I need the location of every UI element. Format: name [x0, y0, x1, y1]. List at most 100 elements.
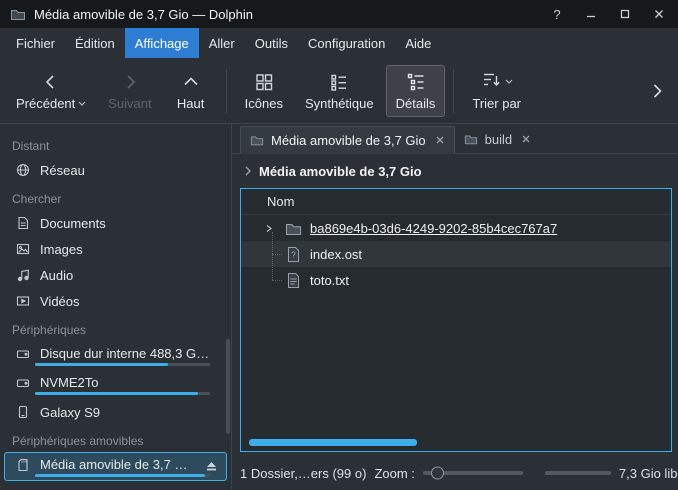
up-icon — [180, 71, 202, 93]
sidebar-item-images[interactable]: Images — [4, 236, 227, 262]
hdd-icon — [15, 346, 31, 362]
sidebar-item-audio[interactable]: Audio — [4, 262, 227, 288]
zoom-slider[interactable] — [423, 471, 523, 475]
forward-icon — [119, 71, 141, 93]
icons-view-button[interactable]: Icônes — [235, 65, 293, 117]
audio-icon — [15, 267, 31, 283]
tab-media-amovible[interactable]: Média amovible de 3,7 Gio — [240, 126, 455, 154]
free-space-bar — [545, 471, 611, 475]
phone-icon — [15, 404, 31, 420]
sort-icon — [480, 69, 502, 94]
svg-text:?: ? — [291, 250, 296, 259]
file-row-toto-txt[interactable]: toto.txt — [241, 267, 671, 293]
back-button[interactable]: Précédent — [6, 65, 96, 117]
app-icon — [10, 6, 26, 22]
document-icon — [15, 215, 31, 231]
sort-by-button[interactable]: Trier par — [462, 65, 531, 117]
toolbar-separator — [226, 69, 227, 113]
section-title-chercher: Chercher — [0, 183, 231, 210]
selection-summary: 1 Dossier,…ers (99 o) — [240, 466, 366, 481]
section-title-peripheriques: Périphériques — [0, 314, 231, 341]
breadcrumb-location[interactable]: Média amovible de 3,7 Gio — [259, 164, 422, 179]
sidebar-item-videos[interactable]: Vidéos — [4, 288, 227, 314]
menu-item-edition[interactable]: Édition — [65, 28, 125, 58]
menubar: Fichier Édition Affichage Aller Outils C… — [0, 28, 678, 58]
tab-close-icon[interactable] — [521, 134, 531, 144]
menu-item-fichier[interactable]: Fichier — [6, 28, 65, 58]
back-icon — [40, 71, 62, 93]
column-header-nom[interactable]: Nom — [241, 189, 671, 215]
main-view: Média amovible de 3,7 Gio build Média am… — [232, 124, 678, 490]
file-row-index-ost[interactable]: ? index.ost — [241, 241, 671, 267]
forward-button[interactable]: Suivant — [98, 65, 161, 117]
horizontal-scrollbar[interactable] — [249, 439, 417, 446]
video-icon — [15, 293, 31, 309]
folder-icon — [250, 133, 264, 147]
network-icon — [15, 162, 31, 178]
help-icon: ? — [553, 7, 560, 22]
toolbar-overflow-button[interactable] — [642, 76, 672, 106]
sidebar-item-media-amovible[interactable]: Média amovible de 3,7 … — [4, 452, 227, 481]
details-view-icon — [405, 71, 427, 93]
folder-icon — [464, 132, 478, 146]
compact-view-icon — [328, 71, 350, 93]
menu-item-affichage[interactable]: Affichage — [125, 28, 199, 58]
folder-icon — [285, 220, 302, 237]
menu-item-outils[interactable]: Outils — [245, 28, 298, 58]
status-bar: 1 Dossier,…ers (99 o) Zoom : 7,3 Gio lib… — [232, 456, 678, 490]
disk-usage-bar — [35, 363, 210, 366]
close-button[interactable] — [650, 5, 668, 23]
unknown-file-icon: ? — [285, 246, 302, 263]
sidebar-item-documents[interactable]: Documents — [4, 210, 227, 236]
file-row-folder[interactable]: ba869e4b-03d6-4249-9202-85b4cec767a7 — [241, 215, 671, 241]
tab-bar: Média amovible de 3,7 Gio build — [232, 124, 678, 154]
sidebar-item-reseau[interactable]: Réseau — [4, 157, 227, 183]
minimize-icon — [585, 8, 597, 20]
text-file-icon — [285, 272, 302, 289]
zoom-label: Zoom : — [374, 466, 414, 481]
sidebar-item-disque-dur-interne[interactable]: Disque dur interne 488,3 G… — [4, 341, 227, 370]
titlebar: Média amovible de 3,7 Gio — Dolphin ? — [0, 0, 678, 28]
chevron-down-icon — [78, 101, 86, 106]
breadcrumb[interactable]: Média amovible de 3,7 Gio — [232, 154, 678, 188]
places-panel: Distant Réseau Chercher Documents Images… — [0, 124, 232, 490]
viewport: Nom ba869e4b-03d6-4249-9202-85b4cec767a7 — [232, 188, 678, 456]
sidebar-scrollbar[interactable] — [226, 339, 230, 434]
maximize-button[interactable] — [616, 5, 634, 23]
section-title-peripheriques-amovibles: Périphériques amovibles — [0, 425, 231, 452]
hdd-icon — [15, 375, 31, 391]
compact-view-button[interactable]: Synthétique — [295, 65, 384, 117]
toolbar: Précédent Suivant Haut Icônes Synthétiqu… — [0, 58, 678, 124]
menu-item-aide[interactable]: Aide — [395, 28, 441, 58]
up-button[interactable]: Haut — [164, 65, 218, 117]
dolphin-window: Média amovible de 3,7 Gio — Dolphin ? Fi… — [0, 0, 678, 490]
menu-item-configuration[interactable]: Configuration — [298, 28, 395, 58]
menu-item-aller[interactable]: Aller — [199, 28, 245, 58]
chevron-down-icon — [505, 79, 513, 84]
file-view[interactable]: Nom ba869e4b-03d6-4249-9202-85b4cec767a7 — [240, 188, 672, 452]
overflow-chevron-icon — [646, 80, 668, 102]
window-title: Média amovible de 3,7 Gio — Dolphin — [34, 7, 253, 22]
close-icon — [653, 8, 665, 20]
tab-close-icon[interactable] — [435, 135, 445, 145]
disk-usage-bar — [35, 392, 210, 395]
file-rows: ba869e4b-03d6-4249-9202-85b4cec767a7 ? i… — [241, 215, 671, 451]
details-view-button[interactable]: Détails — [386, 65, 446, 117]
sidebar-item-nvme2to[interactable]: NVME2To — [4, 370, 227, 399]
eject-icon[interactable] — [205, 460, 218, 473]
disk-usage-bar — [35, 474, 210, 477]
zoom-slider-handle[interactable] — [431, 467, 444, 480]
chevron-right-icon — [244, 165, 252, 177]
section-title-distant: Distant — [0, 130, 231, 157]
sidebar-item-galaxy-s9[interactable]: Galaxy S9 — [4, 399, 227, 425]
help-button[interactable]: ? — [548, 5, 566, 23]
content: Distant Réseau Chercher Documents Images… — [0, 124, 678, 490]
sdcard-icon — [15, 457, 31, 473]
minimize-button[interactable] — [582, 5, 600, 23]
window-controls: ? — [548, 5, 668, 23]
toolbar-separator — [453, 69, 454, 113]
expander-chevron-icon[interactable] — [265, 224, 273, 233]
image-icon — [15, 241, 31, 257]
maximize-icon — [619, 8, 631, 20]
tab-build[interactable]: build — [455, 125, 540, 153]
